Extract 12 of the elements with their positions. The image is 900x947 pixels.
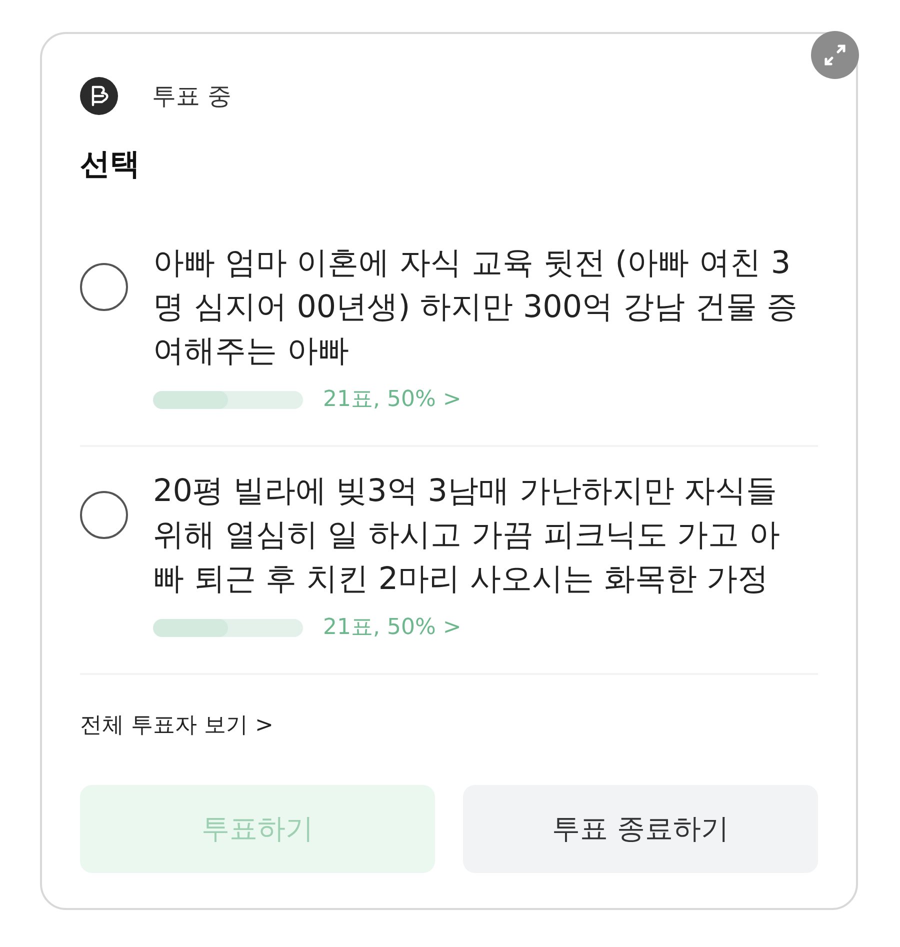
end-vote-button[interactable]: 투표 종료하기 bbox=[463, 785, 818, 873]
expand-icon[interactable] bbox=[811, 31, 859, 79]
vote-result-link[interactable]: 21표, 50% > bbox=[323, 385, 462, 415]
view-all-voters-link[interactable]: 전체 투표자 보기 > bbox=[80, 711, 274, 741]
radio-button[interactable] bbox=[80, 263, 128, 311]
poll-title: 선택 bbox=[80, 146, 141, 184]
radio-button[interactable] bbox=[80, 491, 128, 539]
logo-icon bbox=[80, 77, 118, 115]
option-text: 아빠 엄마 이혼에 자식 교육 뒷전 (아빠 여친 3명 심지어 00년생) 하지만 300억 강남 건물 증여해주는 아빠 bbox=[153, 244, 799, 371]
option-text: 20평 빌라에 빚3억 3남매 가난하지만 자식들 위해 열심히 일 하시고 가끔 피크닉도 가고 아빠 퇴근 후 치킨 2마리 사오시는 화목한 가정 bbox=[153, 472, 781, 599]
vote-result-link[interactable]: 21표, 50% > bbox=[323, 613, 462, 643]
poll-status: 투표 중 bbox=[152, 81, 232, 112]
